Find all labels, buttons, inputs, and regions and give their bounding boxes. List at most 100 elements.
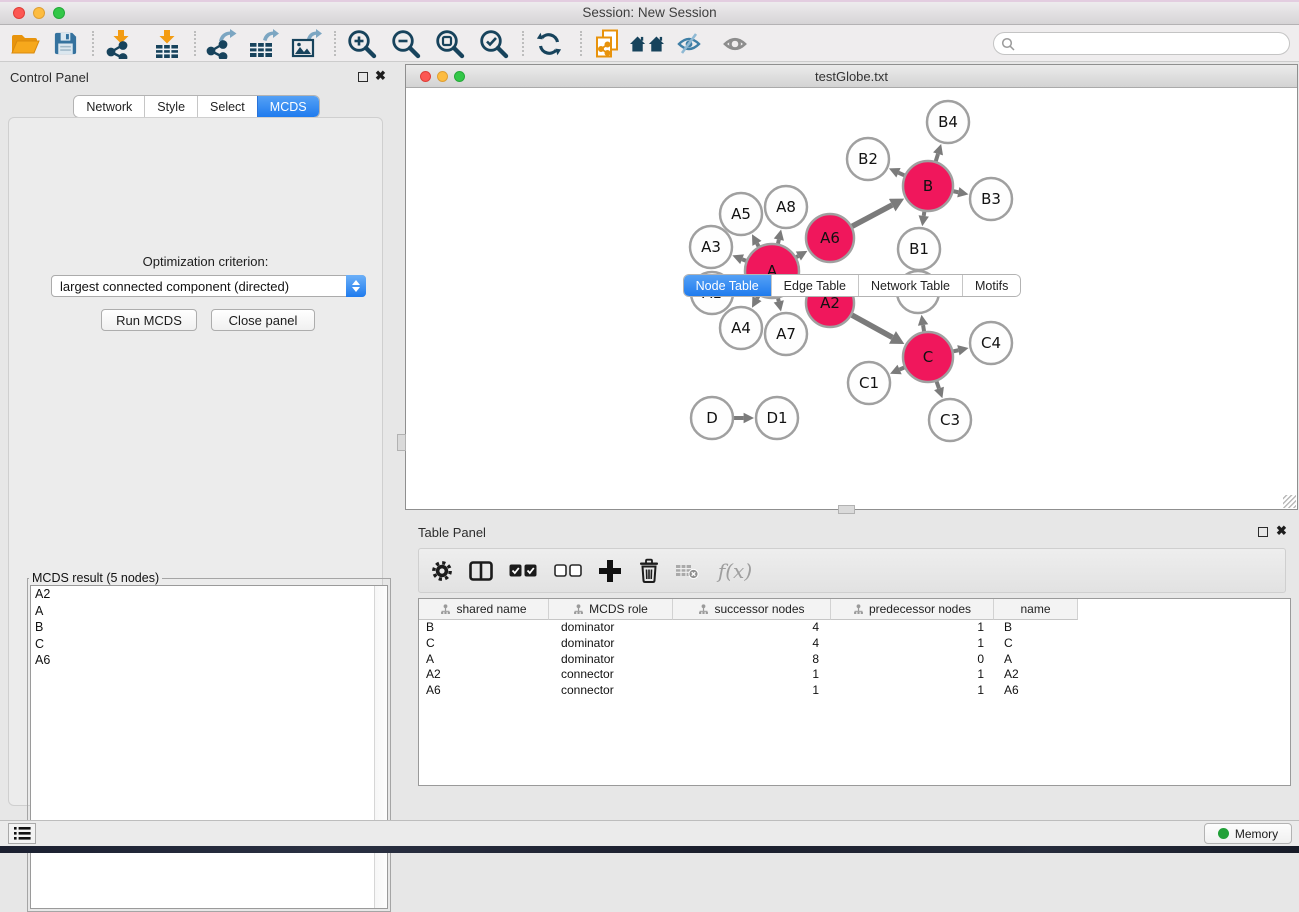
table-panel-close-icon[interactable]: ✖ [1276,526,1287,536]
graph-edge-B-B4[interactable] [936,154,938,161]
column-header-shared-name[interactable]: shared name [419,599,549,620]
task-history-button[interactable] [8,823,36,844]
column-header-MCDS-role[interactable]: MCDS role [549,599,673,620]
panel-splitter-handle[interactable] [397,434,406,451]
table-cell[interactable]: C [994,636,1078,652]
table-cell[interactable]: connector [549,667,673,683]
save-session-icon[interactable] [48,28,82,59]
split-view-icon[interactable] [466,556,496,586]
graph-edge-B-B1[interactable] [924,212,925,216]
memory-button[interactable]: Memory [1204,823,1292,844]
table-cell[interactable]: 8 [673,652,831,668]
table-cell[interactable]: 4 [673,620,831,636]
table-cell[interactable]: 1 [673,683,831,699]
add-column-icon[interactable] [595,556,625,586]
table-cell[interactable]: 1 [831,620,994,636]
network-canvas[interactable]: B4B2BB3A5A8A6A3B1AA1C2A2A4A7C4CC1C3DD1 [406,88,1297,509]
graph-edge-A-A6[interactable] [796,256,798,257]
tab-mcds[interactable]: MCDS [257,96,319,117]
function-builder-icon[interactable]: f(x) [712,556,758,586]
mcds-result-item[interactable]: A6 [31,652,387,669]
table-cell[interactable]: dominator [549,652,673,668]
graph-edge-A2-C[interactable] [852,315,893,337]
mcds-result-item[interactable]: C [31,636,387,653]
graph-edge-B-B2[interactable] [898,173,904,176]
zoom-fit-icon[interactable] [432,28,466,59]
graph-edge-A-A3[interactable] [742,259,746,261]
graph-edge-A-A8[interactable] [778,240,779,244]
tab-edge-table[interactable]: Edge Table [771,275,858,296]
zoom-out-icon[interactable] [388,28,422,59]
zoom-in-icon[interactable] [344,28,378,59]
table-cell[interactable]: A [994,652,1078,668]
graph-edge-C-C2[interactable] [923,325,924,331]
table-cell[interactable]: 0 [831,652,994,668]
tab-motifs[interactable]: Motifs [962,275,1020,296]
column-header-name[interactable]: name [994,599,1078,620]
open-file-icon[interactable] [8,28,42,59]
hide-graphics-details-icon[interactable] [674,28,708,59]
export-image-icon[interactable] [289,28,323,59]
graph-edge-A-A4[interactable] [757,296,759,299]
export-table-icon[interactable] [246,28,280,59]
mcds-list-scrollbar[interactable] [374,586,387,908]
mcds-result-item[interactable]: A [31,603,387,620]
new-network-from-selection-icon[interactable] [590,28,624,59]
table-cell[interactable]: A2 [419,667,549,683]
close-panel-button[interactable]: Close panel [211,309,315,331]
window-resize-grip[interactable] [1283,495,1296,508]
optimization-criterion-select[interactable]: largest connected component (directed) [51,275,366,297]
show-graphics-details-icon[interactable] [719,28,753,59]
mcds-result-list[interactable]: A2ABCA6 [30,585,388,909]
zoom-selected-icon[interactable] [476,28,510,59]
table-cell[interactable]: B [419,620,549,636]
control-panel-float-icon[interactable] [358,72,368,82]
table-cell[interactable]: C [419,636,549,652]
column-header-predecessor-nodes[interactable]: predecessor nodes [831,599,994,620]
table-cell[interactable]: A [419,652,549,668]
import-table-icon[interactable] [150,28,184,59]
graph-edge-A6-B[interactable] [852,205,892,226]
table-cell[interactable]: A6 [994,683,1078,699]
mcds-result-item[interactable]: A2 [31,586,387,603]
tab-network[interactable]: Network [74,96,144,117]
graph-edge-C-C3[interactable] [937,382,939,389]
table-cell[interactable]: connector [549,683,673,699]
graph-edge-A-A5[interactable] [757,243,759,246]
delete-column-icon[interactable] [634,556,664,586]
mcds-result-item[interactable]: B [31,619,387,636]
tab-network-table[interactable]: Network Table [858,275,962,296]
table-cell[interactable]: 1 [831,667,994,683]
table-cell[interactable]: 1 [831,636,994,652]
table-row[interactable]: Adominator80A [419,652,1290,668]
tab-node-table[interactable]: Node Table [684,275,771,296]
search-input[interactable] [993,32,1290,55]
table-row[interactable]: Bdominator41B [419,620,1290,636]
control-panel-close-icon[interactable]: ✖ [375,71,386,81]
tab-select[interactable]: Select [197,96,257,117]
table-cell[interactable]: 1 [831,683,994,699]
run-mcds-button[interactable]: Run MCDS [101,309,197,331]
home-icon[interactable] [630,28,664,59]
tab-style[interactable]: Style [144,96,197,117]
table-cell[interactable]: B [994,620,1078,636]
table-cell[interactable]: 1 [673,667,831,683]
graph-edge-C-C4[interactable] [953,350,958,351]
deselect-all-icon[interactable] [550,556,586,586]
table-cell[interactable]: 4 [673,636,831,652]
delete-table-icon[interactable] [673,556,703,586]
panel-splitter-handle[interactable] [838,505,855,514]
table-cell[interactable]: A6 [419,683,549,699]
refresh-icon[interactable] [532,28,566,59]
table-cell[interactable]: dominator [549,636,673,652]
graph-edge-B-B3[interactable] [953,191,958,192]
graph-edge-C-C1[interactable] [900,367,905,369]
import-network-icon[interactable] [104,28,138,59]
graph-edge-A-A7[interactable] [778,298,779,301]
table-panel-float-icon[interactable] [1258,527,1268,537]
column-header-successor-nodes[interactable]: successor nodes [673,599,831,620]
table-cell[interactable]: dominator [549,620,673,636]
network-window-titlebar[interactable]: testGlobe.txt [406,65,1297,88]
export-network-icon[interactable] [204,28,238,59]
table-settings-icon[interactable] [427,556,457,586]
